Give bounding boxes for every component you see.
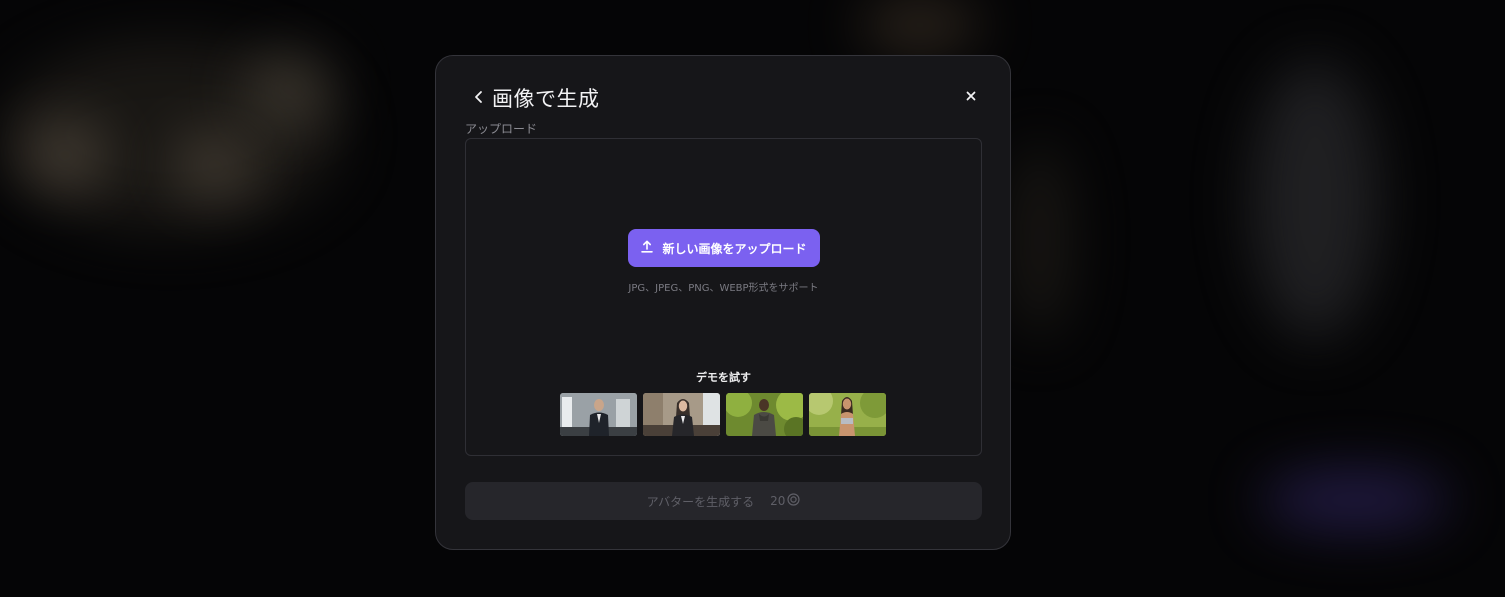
demo-image-man-forest[interactable] xyxy=(726,393,803,436)
dialog-header: 画像で生成 xyxy=(468,82,600,114)
upload-arrow-icon xyxy=(641,240,654,256)
demo-title: デモを試す xyxy=(696,371,751,384)
credit-coin-icon xyxy=(787,493,801,509)
upload-section-label: アップロード xyxy=(465,122,538,136)
credit-cost: 20 xyxy=(770,493,801,509)
close-button[interactable] xyxy=(962,86,980,104)
generate-from-image-dialog: 画像で生成 アップロード 新しい画像をアップロード JPG、JPEG、PNG、W… xyxy=(435,55,1011,550)
dialog-title: 画像で生成 xyxy=(492,87,600,111)
generate-avatar-button[interactable]: アバターを生成する 20 xyxy=(465,482,982,520)
upload-button-label: 新しい画像をアップロード xyxy=(662,241,807,256)
upload-dropzone[interactable]: 新しい画像をアップロード JPG、JPEG、PNG、WEBP形式をサポート デモ… xyxy=(465,138,982,456)
supported-formats-text: JPG、JPEG、PNG、WEBP形式をサポート xyxy=(628,283,819,294)
demo-image-businesswoman[interactable] xyxy=(643,393,720,436)
credit-cost-value: 20 xyxy=(770,494,786,508)
demo-image-woman-park[interactable] xyxy=(809,393,886,436)
demo-image-list xyxy=(560,393,886,436)
back-button[interactable] xyxy=(468,84,490,112)
upload-new-image-button[interactable]: 新しい画像をアップロード xyxy=(628,229,820,267)
demo-image-businessman[interactable] xyxy=(560,393,637,436)
generate-button-label: アバターを生成する xyxy=(646,494,755,509)
chevron-left-icon xyxy=(473,89,485,108)
close-icon xyxy=(966,86,976,105)
